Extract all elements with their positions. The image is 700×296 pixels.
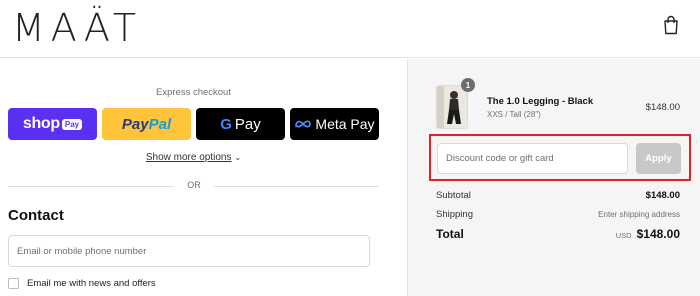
paypal-logo-pay: Pay (121, 115, 149, 133)
product-name: The 1.0 Legging - Black (487, 96, 594, 107)
google-pay-button[interactable]: G Pay (196, 108, 285, 140)
quantity-badge: 1 (461, 78, 475, 92)
google-g-icon: G (220, 115, 232, 133)
paypal-logo: PayPal (122, 116, 171, 133)
divider-line-left (8, 186, 174, 187)
subtotal-row: Subtotal $148.00 (436, 190, 680, 201)
product-variant: XXS / Tall (28") (487, 110, 541, 119)
product-price: $148.00 (645, 102, 680, 113)
meta-pay-text: Meta Pay (315, 116, 375, 132)
newsletter-row: Email me with news and offers (8, 278, 156, 289)
total-label: Total (436, 227, 464, 241)
shipping-value: Enter shipping address (598, 210, 680, 219)
shop-pay-text: shop (22, 115, 60, 132)
store-logo[interactable]: MAÄT (12, 8, 142, 48)
apply-discount-button[interactable]: Apply (636, 143, 681, 174)
newsletter-checkbox[interactable] (8, 278, 19, 289)
contact-heading: Contact (8, 207, 64, 224)
discount-highlight-box: Apply (429, 134, 691, 181)
meta-pay-logo: Meta Pay (294, 116, 375, 132)
checkout-form: Express checkout shop Pay PayPal G Pay Me… (0, 59, 407, 296)
chevron-down-icon: ⌄ (234, 153, 242, 162)
currency-code: USD (615, 231, 632, 240)
show-more-options-link[interactable]: Show more options (146, 152, 232, 163)
subtotal-value: $148.00 (645, 190, 680, 201)
divider-line-right (214, 186, 379, 187)
express-checkout-label: Express checkout (156, 87, 231, 98)
shopping-bag-icon[interactable] (662, 15, 680, 35)
total-amount: USD $148.00 (616, 227, 680, 241)
show-more-options: Show more options ⌄ (0, 152, 387, 163)
product-thumbnail: 1 (436, 78, 475, 129)
or-text: OR (187, 180, 201, 190)
total-row: Total USD $148.00 (436, 227, 680, 241)
google-pay-text: Pay (234, 115, 261, 133)
paypal-button[interactable]: PayPal (102, 108, 191, 140)
product-image (437, 86, 467, 128)
newsletter-label[interactable]: Email me with news and offers (27, 278, 156, 289)
subtotal-label: Subtotal (436, 190, 471, 201)
order-summary: 1 The 1.0 Legging - Black XXS / Tall (28… (407, 59, 700, 296)
or-divider: OR (8, 180, 379, 192)
discount-code-input[interactable] (437, 143, 628, 174)
shop-pay-button[interactable]: shop Pay (8, 108, 97, 140)
email-or-phone-input[interactable] (8, 235, 370, 267)
meta-pay-button[interactable]: Meta Pay (290, 108, 379, 140)
site-header: MAÄT (0, 0, 700, 58)
meta-infinity-icon (295, 120, 312, 128)
shop-pay-pill: Pay (61, 118, 83, 130)
shipping-label: Shipping (436, 209, 473, 220)
paypal-logo-pal: Pal (148, 115, 172, 133)
shipping-row: Shipping Enter shipping address (436, 209, 680, 220)
total-value: $148.00 (636, 227, 680, 241)
google-pay-logo: G Pay (220, 116, 261, 133)
